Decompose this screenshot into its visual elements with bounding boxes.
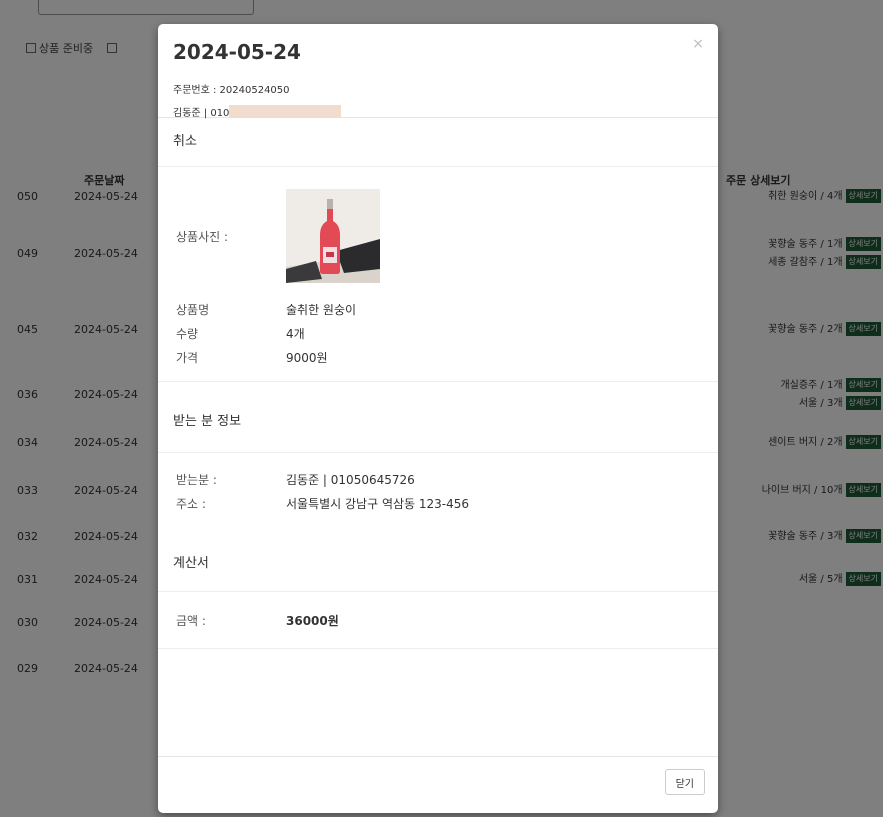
quantity-value: 4개 (286, 326, 305, 341)
invoice-section-title: 계산서 (158, 527, 718, 592)
price-value: 9000원 (286, 350, 328, 365)
close-icon[interactable]: × (692, 36, 704, 52)
product-photo-row: 상품사진 : (176, 181, 700, 291)
order-number: 주문번호 : 20240524050 (173, 85, 290, 96)
price-row: 가격 9000원 (176, 345, 700, 369)
product-name-row: 상품명 술취한 원숭이 (176, 297, 700, 321)
quantity-label: 수량 (176, 326, 199, 341)
address-value: 서울특별시 강남구 역삼동 123-456 (286, 496, 470, 511)
recipient-section-title: 받는 분 정보 (158, 382, 718, 453)
modal-title: 2024-05-24 (173, 40, 301, 64)
recipient-name-row: 받는분 : 김동준 | 01050645726 (176, 467, 700, 491)
quantity-row: 수량 4개 (176, 321, 700, 345)
product-section: 상품사진 : 상품명 술취한 원숭이 수량 4개 가격 9000원 (158, 167, 718, 382)
recipient-name-label: 받는분 : (176, 472, 217, 487)
recipient-section: 받는분 : 김동준 | 01050645726 주소 : 서울특별시 강남구 역… (158, 453, 718, 527)
address-label: 주소 : (176, 496, 206, 511)
address-row: 주소 : 서울특별시 강남구 역삼동 123-456 (176, 491, 700, 515)
redacted-phone (229, 105, 342, 118)
modal-header: 2024-05-24 × 주문번호 : 20240524050 김동준 | 01… (158, 24, 718, 119)
amount-value: 36000원 (286, 613, 339, 628)
product-name: 술취한 원숭이 (286, 302, 357, 317)
modal-footer: 닫기 (158, 756, 718, 813)
price-label: 가격 (176, 350, 199, 365)
bottle-image (286, 189, 380, 283)
recipient-name: 김동준 | 01050645726 (286, 472, 415, 487)
order-status: 취소 (158, 118, 718, 167)
orderer-text: 김동준 | 010 (173, 108, 230, 119)
product-name-label: 상품명 (176, 302, 210, 317)
close-button[interactable]: 닫기 (664, 769, 705, 795)
product-photo (286, 189, 380, 283)
order-detail-modal: 2024-05-24 × 주문번호 : 20240524050 김동준 | 01… (158, 24, 718, 813)
invoice-section: 금액 : 36000원 (158, 592, 718, 649)
orderer-info: 김동준 | 010 (173, 104, 703, 119)
photo-label: 상품사진 : (176, 229, 229, 244)
amount-label: 금액 : (176, 613, 206, 628)
amount-row: 금액 : 36000원 (176, 608, 700, 632)
